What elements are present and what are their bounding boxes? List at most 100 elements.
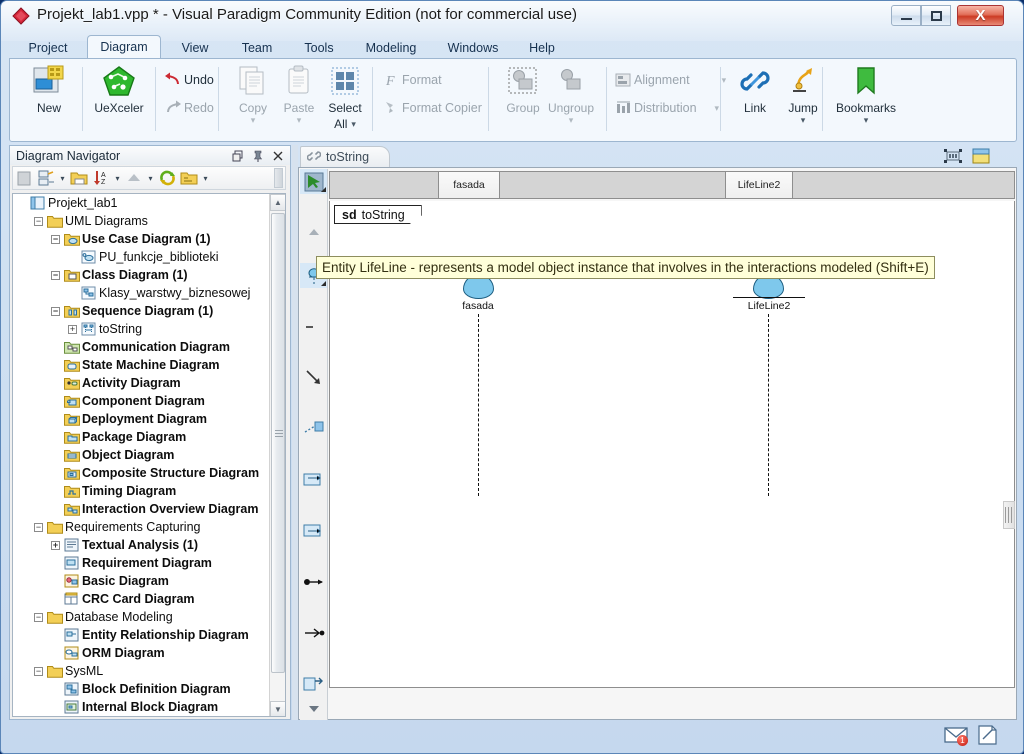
tree-item-state-machine-diagram[interactable]: State Machine Diagram [13, 356, 271, 374]
self-message-tool[interactable] [300, 620, 327, 645]
restore-icon[interactable] [231, 149, 244, 162]
distribution-button[interactable]: Distribution ▾ [612, 96, 719, 120]
ungroup-button[interactable]: Ungroup ▾ [540, 63, 602, 125]
sort-chevron-down-icon[interactable]: ▾ [112, 168, 123, 188]
tree-item-object-diagram[interactable]: Object Diagram [13, 446, 271, 464]
tab-modeling[interactable]: Modeling [351, 35, 431, 59]
tree-item-package-diagram[interactable]: Package Diagram [13, 428, 271, 446]
close-button[interactable]: X [957, 5, 1004, 26]
tree-collapse-icon[interactable]: − [34, 216, 43, 226]
tab-windows[interactable]: Windows [433, 35, 513, 59]
scroll-down-arrow-icon[interactable]: ▼ [270, 701, 285, 716]
recursive-message-tool[interactable] [300, 671, 327, 696]
tree-item-activity-diagram[interactable]: Activity Diagram [13, 374, 271, 392]
new-diagram-icon[interactable] [35, 168, 57, 188]
minimize-button[interactable] [891, 5, 921, 26]
tab-tools[interactable]: Tools [289, 35, 349, 59]
tab-diagram[interactable]: Diagram [87, 35, 161, 59]
open-diagram-icon[interactable] [68, 168, 90, 188]
tree-item-use-case-diagram-1[interactable]: − Use Case Diagram (1) [13, 230, 271, 248]
tree-item-sequence-diagram-1[interactable]: − Sequence Diagram (1) [13, 302, 271, 320]
new-button[interactable]: New [18, 63, 80, 115]
undo-button[interactable]: Undo [162, 68, 214, 92]
tree-collapse-icon[interactable]: − [51, 234, 60, 244]
select-all-button[interactable]: Select All ▾ [314, 63, 376, 131]
paste-chevron-down-icon[interactable]: ▾ [297, 116, 302, 125]
tree-collapse-icon[interactable]: − [34, 522, 43, 532]
tree-collapse-icon[interactable]: − [51, 306, 60, 316]
found-message-tool[interactable] [300, 518, 327, 543]
duration-message-tool[interactable] [300, 467, 327, 492]
format-button[interactable]: F Format [380, 68, 442, 92]
tree-item-orm-diagram[interactable]: ORM Diagram [13, 644, 271, 662]
tree-item-class-diagram-1[interactable]: − Class Diagram (1) [13, 266, 271, 284]
ruler-cell-lifeline2[interactable]: LifeLine2 [725, 172, 793, 198]
select-all-chevron-down-icon[interactable]: ▾ [351, 120, 356, 129]
lifeline-stem-fasada[interactable] [478, 314, 479, 496]
tree-item-tostring[interactable]: + toString [13, 320, 271, 338]
jump-button[interactable]: Jump ▾ [772, 63, 834, 125]
lifeline-header-ruler[interactable]: fasada LifeLine2 [329, 171, 1015, 199]
tab-project[interactable]: Project [13, 35, 83, 59]
tree-item-parametric-diagram[interactable]: Parametric Diagram [13, 716, 271, 717]
tree-item-sysml[interactable]: − SysML [13, 662, 271, 680]
tree-item-requirements-capturing[interactable]: − Requirements Capturing [13, 518, 271, 536]
lost-message-tool[interactable] [300, 569, 327, 594]
lifeline-stem-lifeline2[interactable] [768, 314, 769, 496]
tree-item-communication-diagram[interactable]: Communication Diagram [13, 338, 271, 356]
mail-icon[interactable]: 1 [943, 725, 969, 746]
tree-collapse-icon[interactable]: − [34, 612, 43, 622]
blank-page-icon[interactable] [13, 168, 35, 188]
jump-chevron-down-icon[interactable]: ▾ [801, 116, 806, 125]
tree-item-uml-diagrams[interactable]: − UML Diagrams [13, 212, 271, 230]
sort-az-icon[interactable]: A Z [90, 168, 112, 188]
canvas-scroll-grip[interactable] [1003, 501, 1015, 529]
collapse-all-icon[interactable] [123, 168, 145, 188]
message-connector-tool[interactable] [300, 416, 327, 441]
tree-item-internal-block-diagram[interactable]: Internal Block Diagram [13, 698, 271, 716]
tree-item-klasy-warstwy-biznesowej[interactable]: Klasy_warstwy_biznesowej [13, 284, 271, 302]
boundary-lifeline-tool[interactable] [300, 314, 327, 339]
tab-team[interactable]: Team [227, 35, 287, 59]
tree-item-interaction-overview-diagram[interactable]: Interaction Overview Diagram [13, 500, 271, 518]
tree-item-pu-funkcje-biblioteki[interactable]: PU_funkcje_biblioteki [13, 248, 271, 266]
tree-scrollbar-thumb[interactable] [271, 213, 285, 673]
bookmarks-chevron-down-icon[interactable]: ▾ [864, 116, 869, 125]
copy-chevron-down-icon[interactable]: ▾ [251, 116, 256, 125]
redo-button[interactable]: Redo [162, 96, 214, 120]
close-panel-icon[interactable] [271, 149, 284, 162]
pointer-select-tool[interactable] [300, 169, 327, 194]
scroll-up-arrow-icon[interactable]: ▲ [270, 194, 285, 211]
bookmarks-button[interactable]: Bookmarks ▾ [826, 63, 906, 125]
ungroup-chevron-down-icon[interactable]: ▾ [569, 116, 574, 125]
tree-collapse-icon[interactable]: − [34, 666, 43, 676]
ruler-cell-fasada[interactable]: fasada [438, 172, 500, 198]
tree-item-deployment-diagram[interactable]: Deployment Diagram [13, 410, 271, 428]
anchor-connector-tool[interactable] [300, 365, 327, 390]
maximize-button[interactable] [921, 5, 951, 26]
collapse-chevron-down-icon[interactable]: ▾ [145, 168, 156, 188]
uexceler-button[interactable]: UeXceler [86, 63, 152, 115]
format-copier-button[interactable]: Format Copier [380, 96, 482, 120]
tree-collapse-icon[interactable]: − [51, 270, 60, 280]
open-folder-chevron-down-icon[interactable]: ▾ [200, 168, 211, 188]
diagram-canvas-area[interactable]: {} fasada [298, 167, 1017, 720]
pin-icon[interactable] [251, 149, 264, 162]
open-folder-icon[interactable] [178, 168, 200, 188]
tree-item-requirement-diagram[interactable]: Requirement Diagram [13, 554, 271, 572]
tree-expand-icon[interactable]: + [68, 324, 77, 334]
notes-icon[interactable] [975, 725, 1001, 745]
refresh-icon[interactable] [156, 168, 178, 188]
tree-item-component-diagram[interactable]: Component Diagram [13, 392, 271, 410]
layers-icon[interactable] [971, 147, 991, 165]
tree-item-block-definition-diagram[interactable]: Block Definition Diagram [13, 680, 271, 698]
diagram-tool-palette[interactable]: {} [300, 169, 328, 720]
document-tab-tostring[interactable]: toString [300, 146, 391, 167]
toolbar-grip[interactable] [274, 168, 283, 188]
tree-item-projekt-lab1[interactable]: Projekt_lab1 [13, 194, 271, 212]
tab-help[interactable]: Help [515, 35, 569, 59]
tree-item-textual-analysis-1[interactable]: + Textual Analysis (1) [13, 536, 271, 554]
tab-view[interactable]: View [165, 35, 225, 59]
fit-diagram-icon[interactable] [943, 147, 963, 165]
palette-scroll-down[interactable] [300, 696, 328, 721]
